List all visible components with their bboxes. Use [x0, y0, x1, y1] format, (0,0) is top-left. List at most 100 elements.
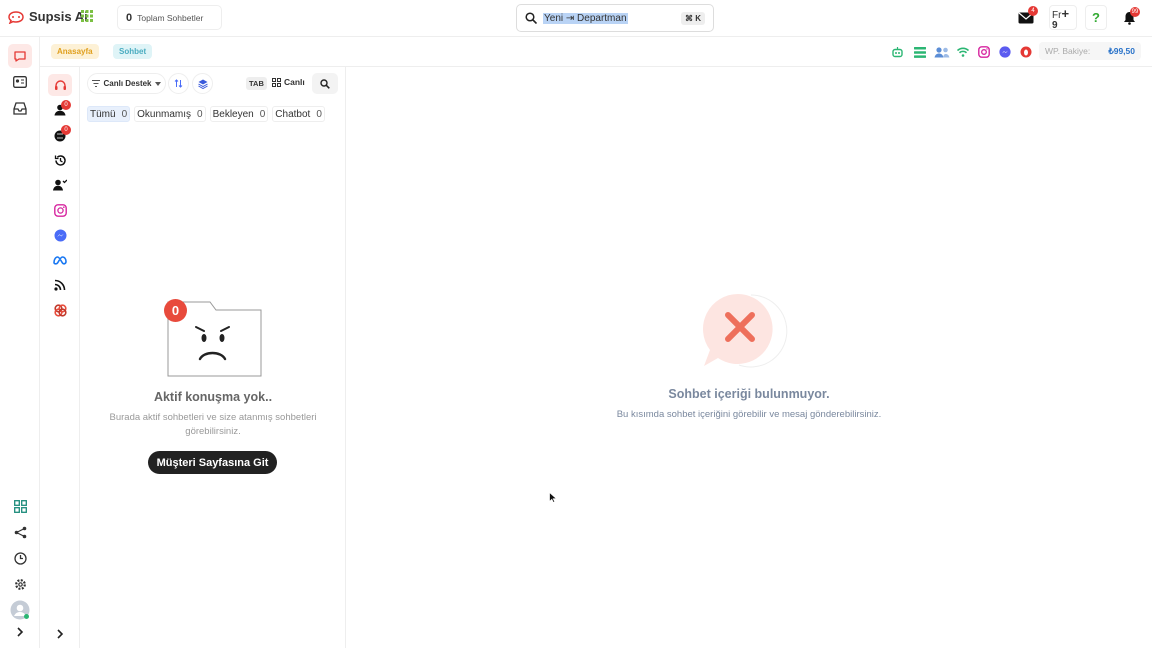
filter-tab-all[interactable]: Tümü 0: [87, 106, 131, 122]
meta-icon: [53, 255, 67, 265]
customer-page-button[interactable]: Müşteri Sayfasına Git: [148, 451, 277, 474]
rail-profile[interactable]: [8, 598, 32, 622]
left-rail: [0, 37, 40, 648]
list-search-button[interactable]: [312, 73, 338, 94]
filter-label: Tümü: [90, 108, 116, 120]
department-dropdown[interactable]: Canlı Destek: [87, 73, 166, 94]
category-meta[interactable]: [48, 249, 72, 271]
knot-icon: [53, 303, 67, 317]
channel-messenger[interactable]: [998, 45, 1012, 59]
category-queue[interactable]: 0: [48, 99, 72, 121]
rail-inbox[interactable]: [8, 96, 32, 120]
brand-name: Supsis Ai: [29, 9, 88, 24]
rail-expand[interactable]: [8, 620, 32, 644]
breadcrumb-current[interactable]: Sohbet: [113, 44, 153, 59]
dashboard-icon: [13, 499, 27, 513]
sort-button[interactable]: [168, 73, 189, 94]
transfer-badge: 0: [61, 125, 71, 135]
opera-icon: [1020, 46, 1032, 58]
rail-contacts[interactable]: [8, 70, 32, 94]
category-assigned[interactable]: [48, 174, 72, 196]
rail-settings[interactable]: [8, 572, 32, 596]
no-content-title: Sohbet içeriği bulunmuyor.: [668, 387, 830, 401]
chat-content-area: Sohbet içeriği bulunmuyor. Bu kısımda so…: [346, 67, 1152, 648]
messenger-icon: [999, 46, 1011, 58]
notifications-badge: 99: [1130, 7, 1140, 17]
total-chats-label: Toplam Sohbetler: [137, 12, 204, 23]
chat-list-panel: Canlı Destek TAB Canlı Tümü 0 Okunmamış 0 …: [80, 67, 346, 648]
search-shortcut: ⌘ K: [681, 11, 705, 25]
apps-grid-icon[interactable]: [81, 10, 93, 22]
breadcrumb: Anasayfa Sohbet WP. Bakiye: ₺99,50: [40, 37, 1152, 67]
rss-icon: [54, 279, 66, 291]
category-history[interactable]: [48, 149, 72, 171]
channel-wifi[interactable]: [956, 45, 970, 59]
no-content-description: Bu kısımda sohbet içeriğini görebilir ve…: [616, 409, 882, 420]
column-expand[interactable]: [48, 623, 72, 645]
wp-balance: WP. Bakiye: ₺99,50: [1039, 42, 1141, 60]
global-search[interactable]: Yeni ⇥ Departman ⌘ K: [516, 4, 714, 32]
category-instagram[interactable]: [48, 199, 72, 221]
chevron-right-icon: [17, 627, 24, 637]
notifications-button[interactable]: 99: [1116, 5, 1142, 31]
breadcrumb-home[interactable]: Anasayfa: [51, 44, 99, 59]
empty-count: 0: [171, 303, 180, 318]
category-other[interactable]: [48, 299, 72, 321]
top-bar: Supsis Ai 0 Toplam Sohbetler Yeni ⇥ Depa…: [0, 0, 1152, 37]
chevron-down-icon: [154, 81, 161, 86]
category-support[interactable]: [48, 74, 72, 96]
filter-count: 0: [197, 108, 203, 120]
department-label: Canlı Destek: [103, 79, 152, 88]
logo-icon: [8, 10, 24, 24]
clock-icon: [13, 551, 27, 565]
language-sub: 9: [1052, 20, 1058, 31]
tab-shortcut: TAB: [246, 77, 267, 90]
filter-tab-waiting[interactable]: Bekleyen 0: [209, 106, 269, 122]
help-button[interactable]: ?: [1085, 5, 1107, 30]
channel-opera[interactable]: [1019, 45, 1033, 59]
mouse-cursor-icon: [549, 492, 557, 503]
category-transfer[interactable]: 0: [48, 124, 72, 146]
history-icon: [54, 154, 66, 166]
channel-list[interactable]: [913, 45, 927, 59]
channel-instagram[interactable]: [977, 45, 991, 59]
rail-dashboard[interactable]: [8, 494, 32, 518]
rail-history[interactable]: [8, 546, 32, 570]
channel-agents[interactable]: [934, 45, 950, 59]
instagram-icon: [53, 203, 67, 217]
channel-bot[interactable]: [890, 45, 904, 59]
logo[interactable]: Supsis Ai: [7, 9, 88, 24]
filter-tab-chatbot[interactable]: Chatbot 0: [272, 106, 325, 122]
category-messenger[interactable]: [48, 224, 72, 246]
filter-icon: [92, 80, 101, 87]
language-selector[interactable]: Fr+ 9: [1049, 5, 1077, 31]
share-icon: [14, 526, 26, 538]
category-feed[interactable]: [48, 274, 72, 296]
mail-button[interactable]: 4: [1013, 5, 1039, 31]
filter-tab-unread[interactable]: Okunmamış 0: [134, 106, 206, 122]
contact-card-icon: [13, 76, 27, 88]
avatar: [10, 600, 30, 620]
sort-icon: [174, 79, 183, 88]
help-icon: ?: [1092, 10, 1100, 25]
messenger-icon: [54, 229, 66, 241]
search-icon: [320, 78, 330, 89]
filter-label: Chatbot: [275, 108, 311, 120]
plus-icon: +: [1061, 6, 1070, 21]
empty-description: Burada aktif sohbetleri ve size atanmış …: [109, 412, 317, 437]
gear-icon: [14, 578, 26, 590]
live-view-toggle[interactable]: Canlı: [272, 77, 305, 87]
filter-count: 0: [121, 108, 128, 120]
close-icon: [703, 294, 788, 368]
empty-count-badge: 0: [164, 299, 187, 322]
rail-integrations[interactable]: [8, 520, 32, 544]
queue-badge: 0: [61, 100, 71, 110]
instagram-icon: [978, 46, 990, 58]
search-input[interactable]: Yeni ⇥ Departman: [543, 12, 628, 24]
grid-icon: [272, 77, 281, 87]
layers-button[interactable]: [192, 73, 213, 94]
chat-category-column: 0 0: [40, 67, 80, 648]
layers-icon: [197, 79, 208, 89]
rail-chat[interactable]: [8, 44, 32, 68]
mail-badge: 4: [1028, 6, 1038, 16]
